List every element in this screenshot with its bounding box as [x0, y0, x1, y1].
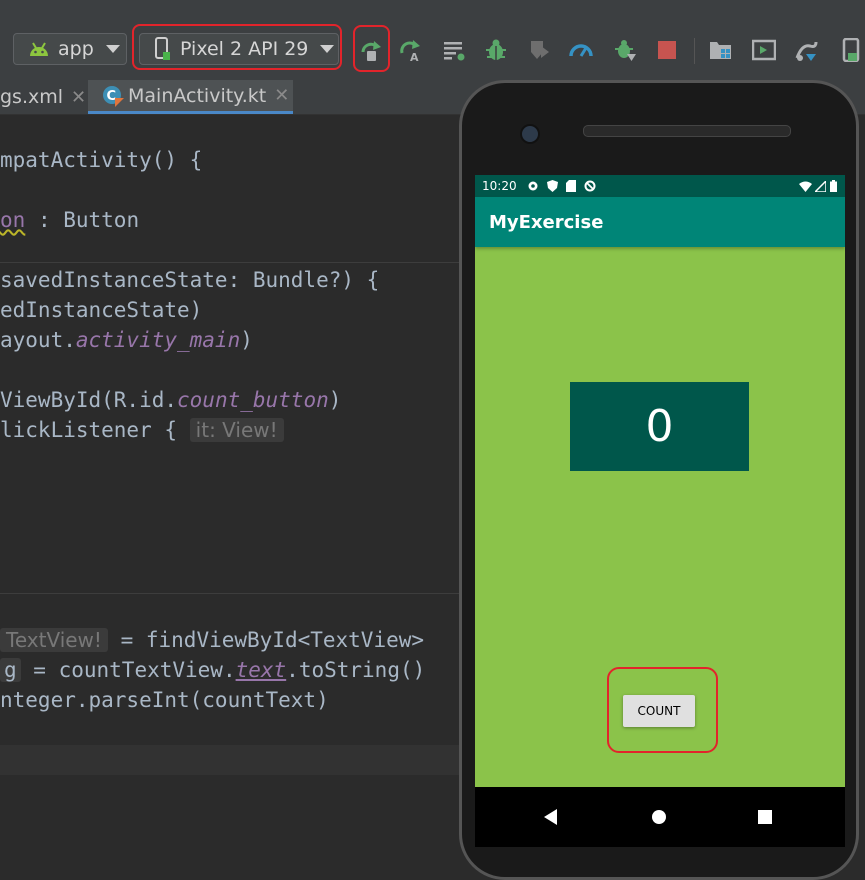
- attach-debugger-icon: [615, 40, 636, 61]
- battery-icon: [830, 180, 837, 192]
- code-line: g = countTextView.text.toString(): [0, 655, 425, 685]
- logcat-button[interactable]: [441, 37, 467, 63]
- android-status-bar: 10:20: [475, 175, 845, 197]
- code-line: lickListener { it: View!: [0, 415, 284, 445]
- settings-gear-icon: [528, 181, 538, 191]
- sdk-manager-button[interactable]: [794, 37, 820, 63]
- no-sim-icon: [584, 180, 596, 192]
- inlay-type-hint: TextView!: [0, 628, 108, 652]
- android-nav-bar: [475, 787, 845, 847]
- avd-manager-icon: [752, 39, 776, 61]
- code-line: savedInstanceState: Bundle?) {: [0, 268, 380, 292]
- tab-strings-xml[interactable]: gs.xml ✕: [0, 80, 86, 114]
- project-structure-icon: [710, 42, 731, 59]
- earpiece-speaker: [583, 125, 791, 137]
- android-icon: [30, 42, 48, 56]
- stop-icon: [658, 41, 676, 59]
- close-icon[interactable]: ✕: [71, 87, 86, 108]
- profile-button[interactable]: [568, 37, 594, 63]
- device-selector-highlight: [132, 24, 342, 70]
- inlay-type-hint: g: [0, 658, 21, 682]
- count-text-view: 0: [570, 382, 749, 471]
- app-title: MyExercise: [489, 211, 604, 233]
- chevron-down-icon: [105, 45, 120, 53]
- recents-icon[interactable]: [758, 810, 772, 824]
- logcat-icon: [444, 42, 465, 61]
- method-separator: [0, 262, 470, 263]
- main-toolbar: app Pixel 2 API 29 A: [0, 0, 865, 81]
- current-line-highlight: [0, 745, 470, 775]
- code-line: ViewById(R.id.count_button): [0, 388, 342, 412]
- code-line: nteger.parseInt(countText): [0, 688, 329, 712]
- run-with-coverage-button[interactable]: [526, 37, 552, 63]
- apply-code-changes-button[interactable]: A: [397, 37, 423, 63]
- apply-changes-highlight: [353, 25, 390, 72]
- front-camera: [520, 124, 540, 144]
- code-line: mpatActivity() {: [0, 148, 203, 172]
- code-line: on : Button: [0, 208, 140, 232]
- run-config-label: app: [58, 38, 94, 60]
- inlay-type-hint: it: View!: [189, 418, 284, 442]
- shield-icon: [546, 180, 558, 192]
- kotlin-class-icon: C: [103, 85, 124, 107]
- debug-icon: [486, 39, 506, 60]
- coverage-icon: [531, 41, 549, 59]
- profiler-gauge-icon: [569, 44, 593, 57]
- apply-code-changes-icon: A: [400, 40, 420, 62]
- home-icon[interactable]: [651, 809, 667, 825]
- back-icon[interactable]: [544, 809, 558, 825]
- device-file-explorer-icon: [842, 38, 860, 62]
- attach-debugger-button[interactable]: [612, 37, 638, 63]
- wifi-icon: [799, 181, 812, 192]
- code-line: ayout.activity_main): [0, 328, 253, 352]
- tab-label: MainActivity.kt: [128, 84, 267, 107]
- app-bar: MyExercise: [475, 197, 845, 247]
- svg-text:A: A: [410, 51, 419, 62]
- status-time: 10:20: [482, 179, 517, 193]
- debug-button[interactable]: [483, 37, 509, 63]
- code-line: TextView! = findViewById<TextView>: [0, 625, 424, 655]
- device-file-explorer-button[interactable]: [838, 37, 864, 63]
- svg-text:C: C: [107, 89, 117, 104]
- count-button-highlight: [607, 667, 718, 753]
- stop-button[interactable]: [654, 37, 680, 63]
- method-separator: [0, 593, 470, 594]
- avd-manager-button[interactable]: [751, 37, 777, 63]
- sd-card-icon: [565, 180, 576, 192]
- sdk-manager-icon: [795, 41, 818, 61]
- project-structure-button[interactable]: [708, 37, 734, 63]
- close-icon[interactable]: ✕: [274, 85, 289, 106]
- toolbar-separator: [694, 38, 695, 64]
- code-line: edInstanceState): [0, 298, 203, 322]
- tab-label: gs.xml: [0, 86, 64, 108]
- run-config-selector[interactable]: app: [13, 33, 127, 65]
- tab-main-activity-kt[interactable]: C MainActivity.kt ✕: [88, 80, 293, 114]
- cellular-signal-icon: [815, 180, 826, 192]
